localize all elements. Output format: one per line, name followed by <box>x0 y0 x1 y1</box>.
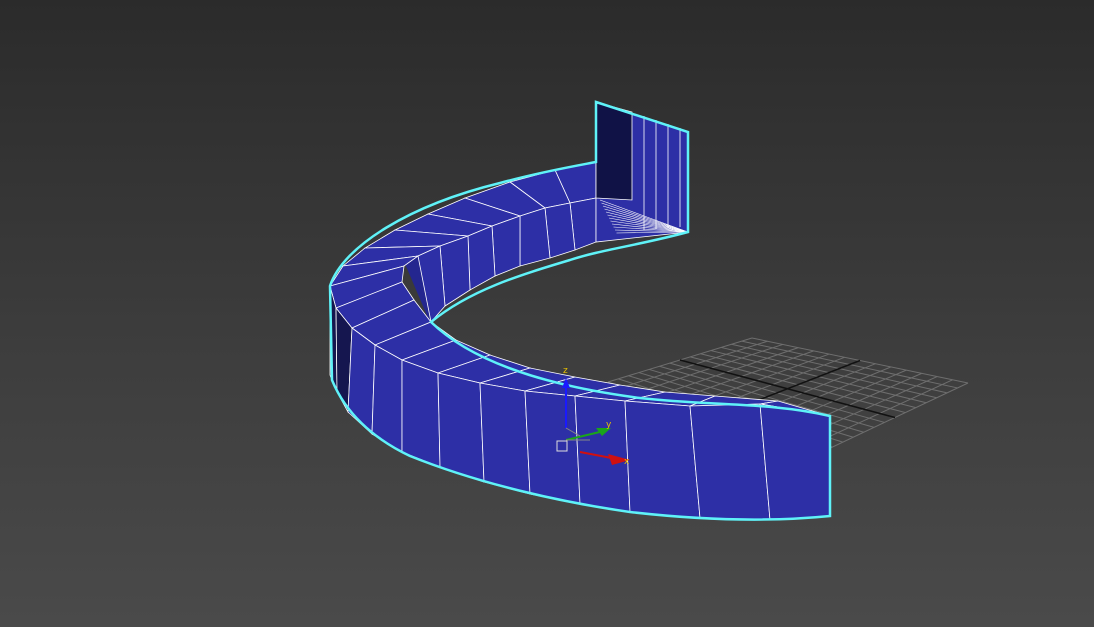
gizmo-y-label: y <box>606 420 612 430</box>
outer-face-segment <box>759 403 831 521</box>
inner-face-segment <box>491 215 521 277</box>
perspective-viewport[interactable]: z y x <box>0 0 1094 627</box>
curved-wall-object[interactable] <box>328 100 832 521</box>
outer-face-segment <box>689 403 771 521</box>
outer-face-segment <box>624 400 701 519</box>
outer-face-segment <box>524 390 581 505</box>
outer-face-segment <box>401 359 441 468</box>
outer-face-segment <box>479 382 531 495</box>
viewport-scene[interactable]: z y x <box>0 0 1094 627</box>
gizmo-x-label: x <box>624 457 630 467</box>
inner-face-segment <box>519 207 551 267</box>
gizmo-z-label: z <box>563 366 568 376</box>
outer-face-segment <box>347 327 376 435</box>
wall-end-panel[interactable] <box>595 101 689 243</box>
end-panel-dark-face <box>595 101 633 201</box>
inner-face-segment <box>467 225 496 291</box>
outer-face-segment <box>574 395 631 513</box>
outer-face-segment <box>437 372 485 483</box>
